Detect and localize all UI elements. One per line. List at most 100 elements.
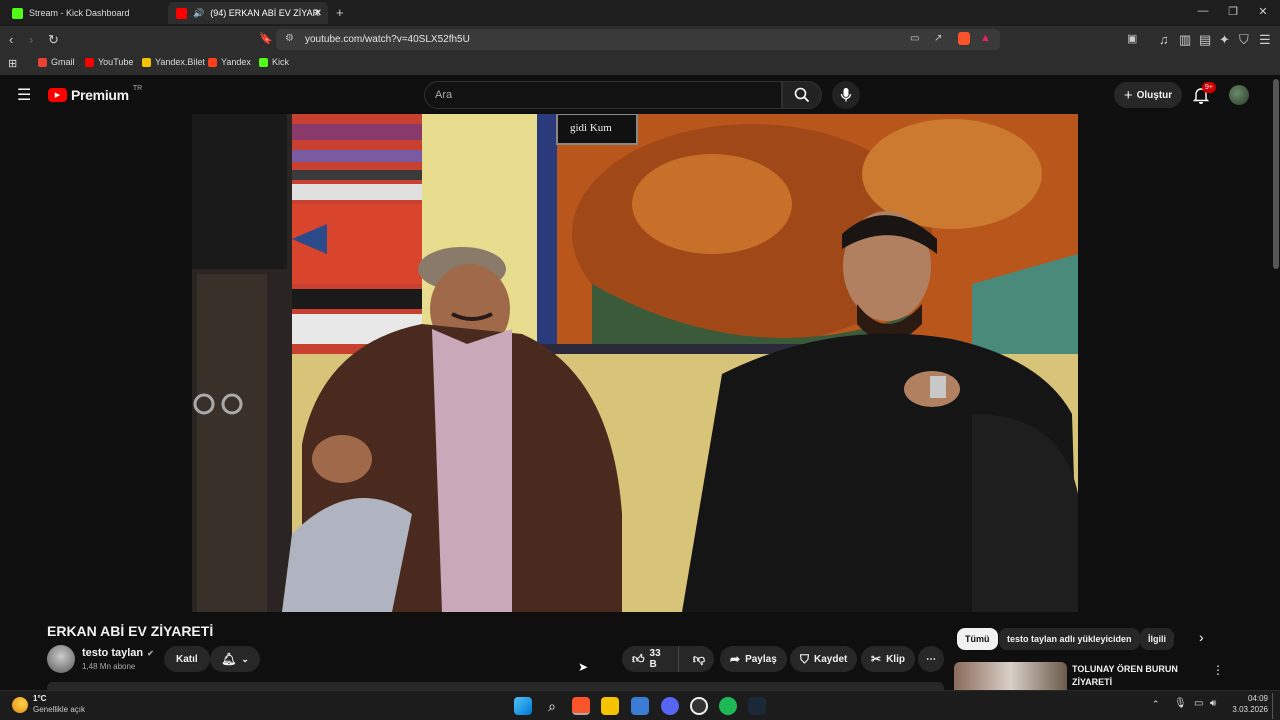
tab-youtube-video[interactable]: 🔊 (94) ERKAN ABİ EV ZİYARETİ - ✕	[168, 2, 328, 24]
clock-date[interactable]: 3.03.2026	[1224, 705, 1268, 714]
file-explorer-icon[interactable]	[601, 697, 619, 715]
discord-icon[interactable]	[661, 697, 679, 715]
menu-icon[interactable]: ☰	[1259, 32, 1271, 47]
back-icon[interactable]: ‹	[9, 32, 13, 47]
save-button[interactable]: ⛉ Kaydet	[790, 646, 858, 672]
join-button[interactable]: Katıl	[164, 646, 210, 672]
scissors-icon: ✂	[871, 652, 882, 666]
bookmark-gmail[interactable]: Gmail	[38, 57, 75, 67]
app-icon-blue[interactable]	[631, 697, 649, 715]
wallet-icon[interactable]: ▤	[1199, 32, 1211, 47]
chevron-right-icon[interactable]: ›	[1199, 629, 1204, 645]
brave-shields-icon[interactable]	[958, 32, 970, 45]
notifications-button[interactable]: 9+	[1192, 82, 1216, 105]
share-button[interactable]: ➦ Paylaş	[720, 646, 787, 672]
chip-all[interactable]: Tümü	[957, 628, 998, 650]
like-count: 33 B	[649, 648, 661, 670]
thumbs-up-icon: 👍︎	[632, 651, 645, 666]
more-horizontal-icon: ⋯	[926, 653, 936, 665]
chevron-down-icon: ⌄	[241, 653, 249, 664]
more-vertical-icon[interactable]: ⋮	[1212, 663, 1224, 677]
channel-avatar[interactable]	[47, 645, 75, 673]
youtube-header: ☰ ▶ Premium TR Ara + Oluştur 9+	[0, 77, 1280, 113]
chip-label: testo taylan adlı yükleyiciden	[1007, 634, 1132, 644]
video-frame: gidi Kum	[192, 114, 1078, 612]
clip-button[interactable]: ✂ Klip	[861, 646, 915, 672]
video-player[interactable]: gidi Kum	[192, 114, 1078, 612]
chip-label: Tümü	[965, 634, 990, 644]
weather-description: Genellikle açık	[33, 705, 86, 714]
bookmark-yandex[interactable]: Yandex	[208, 57, 251, 67]
channel-name[interactable]: testo taylan	[82, 647, 143, 659]
brave-browser-icon[interactable]	[572, 697, 590, 715]
brave-rewards-icon[interactable]: ▲	[980, 32, 991, 44]
apps-grid-icon[interactable]: ⊞	[8, 57, 17, 70]
reload-icon[interactable]: ↻	[48, 32, 59, 47]
bookmark-youtube[interactable]: YouTube	[85, 57, 133, 67]
like-button[interactable]: 👍︎ 33 B	[622, 646, 679, 672]
search-icon	[794, 87, 810, 103]
chip-related[interactable]: İlgili	[1140, 628, 1174, 650]
search-input[interactable]: Ara	[424, 81, 782, 109]
chevron-up-icon[interactable]: ⌃	[1152, 699, 1160, 710]
tab-kick-dashboard[interactable]: Stream - Kick Dashboard	[4, 2, 164, 24]
bookmark-yandex-bilet[interactable]: Yandex.Bilet	[142, 57, 205, 67]
close-tab-icon[interactable]: ✕	[314, 8, 322, 19]
network-icon[interactable]: ▭	[1194, 698, 1203, 709]
reader-icon[interactable]: ▥	[1179, 32, 1191, 47]
cast-icon[interactable]: ▭	[910, 33, 919, 44]
more-actions-button[interactable]: ⋯	[918, 646, 944, 672]
microphone-tray-icon[interactable]: 🎙︎	[1174, 698, 1187, 709]
spotify-icon[interactable]	[719, 697, 737, 715]
media-icon[interactable]: ♫	[1159, 32, 1169, 47]
obs-icon[interactable]	[690, 697, 708, 715]
avatar[interactable]	[1229, 85, 1249, 105]
subscription-bell-button[interactable]: 🔔︎ ⌄	[210, 646, 260, 672]
scrollbar-thumb[interactable]	[1273, 79, 1279, 269]
vpn-shield-icon[interactable]: ⛉	[1239, 32, 1249, 47]
weather-temp: 1°C	[33, 694, 47, 703]
bell-icon: 🔔︎	[221, 652, 237, 666]
volume-icon[interactable]: 🔊︎	[1210, 698, 1216, 709]
verified-icon: ✔	[147, 648, 154, 658]
search-button[interactable]	[782, 81, 822, 109]
forward-icon[interactable]: ›	[29, 32, 33, 47]
minimize-button[interactable]: —	[1188, 5, 1218, 17]
show-desktop-button[interactable]	[1272, 693, 1276, 719]
video-info-area: ERKAN ABİ EV ZİYARETİ testo taylan ✔ 1,4…	[0, 612, 1280, 690]
search-icon[interactable]: ⌕	[543, 697, 561, 715]
voice-search-button[interactable]	[832, 81, 860, 109]
share-icon[interactable]: ↗	[934, 33, 942, 44]
subscriber-count: 1,48 Mn abone	[82, 662, 136, 671]
maximize-button[interactable]: ❐	[1218, 5, 1248, 18]
kick-icon	[12, 7, 23, 19]
dislike-button[interactable]: 👎︎	[684, 646, 714, 672]
logo-text: Premium	[71, 87, 129, 103]
description-box[interactable]	[47, 682, 944, 690]
close-window-button[interactable]: ✕	[1248, 5, 1278, 18]
windows-start-icon[interactable]	[514, 697, 532, 715]
address-bar[interactable]: ⚙ youtube.com/watch?v=40SLX52fh5U ▭ ↗ ▲	[276, 29, 1000, 50]
hamburger-menu-icon[interactable]: ☰	[17, 85, 31, 105]
channel-name-row[interactable]: testo taylan ✔	[82, 647, 154, 659]
sidebar-toggle-icon[interactable]: ▣	[1127, 32, 1137, 47]
new-tab-button[interactable]: +	[336, 5, 344, 20]
site-info-icon[interactable]: ⚙	[285, 33, 294, 44]
steam-icon[interactable]	[748, 697, 766, 715]
sign-text: gidi Kum	[570, 122, 612, 134]
bookmark-icon[interactable]: 🔖	[259, 32, 273, 47]
bookmark-kick[interactable]: Kick	[259, 57, 289, 67]
chip-from-uploader[interactable]: testo taylan adlı yükleyiciden	[999, 628, 1140, 650]
weather-icon[interactable]	[12, 697, 28, 713]
recommended-title[interactable]: TOLUNAY ÖREN BURUN ZİYARETİ	[1072, 663, 1192, 689]
page-scrollbar[interactable]	[1272, 77, 1280, 690]
create-button[interactable]: + Oluştur	[1114, 82, 1182, 108]
bookmark-label: Kick	[272, 57, 290, 67]
youtube-logo[interactable]: ▶ Premium TR	[48, 85, 142, 103]
thumbs-down-icon: 👎︎	[692, 651, 705, 666]
clock-time[interactable]: 04:09	[1230, 694, 1268, 703]
leo-ai-icon[interactable]: ✦	[1219, 32, 1230, 47]
recommended-thumbnail[interactable]	[954, 662, 1067, 690]
bookmark-icon: ⛉	[800, 651, 810, 666]
kick-icon	[259, 57, 268, 67]
